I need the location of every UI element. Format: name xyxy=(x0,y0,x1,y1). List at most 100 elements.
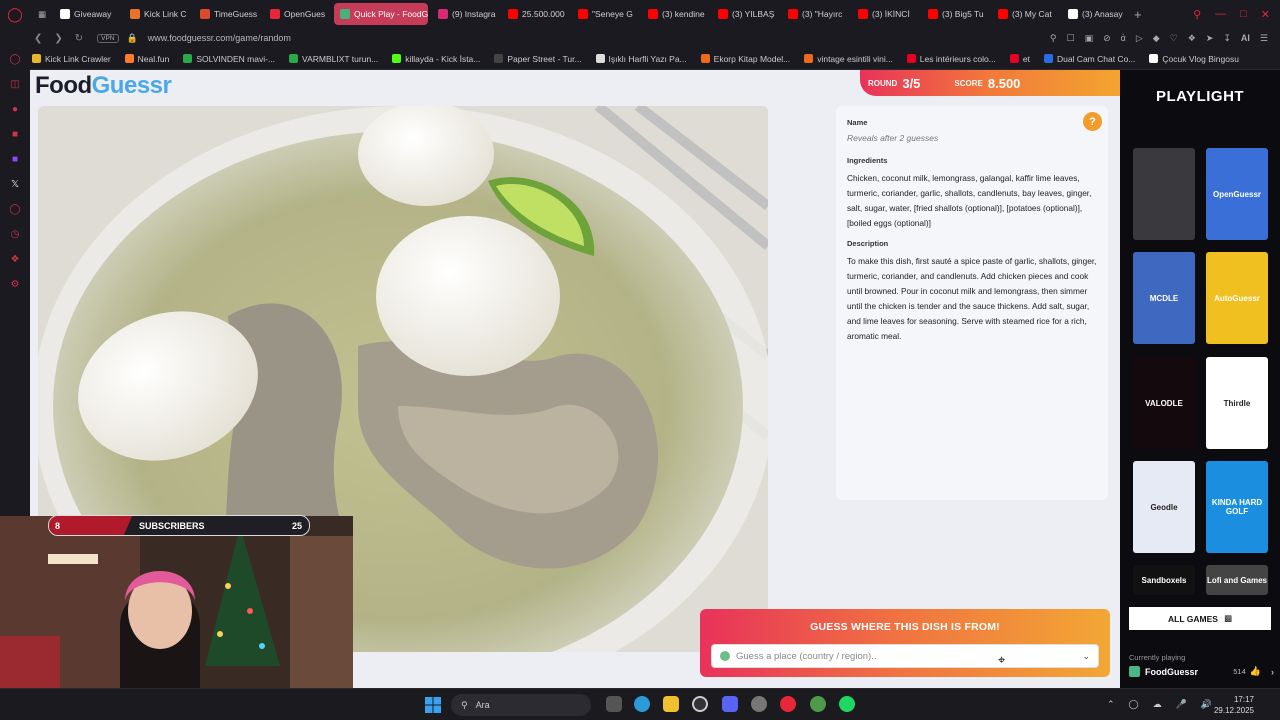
new-tab-button[interactable]: + xyxy=(1128,7,1148,22)
maximize-button[interactable]: □ xyxy=(1240,8,1247,21)
browser-tab[interactable]: (9) Instagra xyxy=(432,3,498,25)
help-icon[interactable]: ? xyxy=(1083,112,1102,131)
browser-tab[interactable]: (3) YILBAŞ xyxy=(712,3,778,25)
bookmark-item[interactable]: et xyxy=(1009,54,1030,64)
bookmark-item[interactable]: VARMBLIXT turun... xyxy=(289,54,378,64)
browser-tab[interactable]: (3) Anasay xyxy=(1062,3,1128,25)
url-field[interactable]: www.foodguessr.com/game/random xyxy=(148,33,291,43)
browser-tab[interactable]: Quick Play - FoodG xyxy=(334,3,429,25)
zoom-icon[interactable]: ⚲ xyxy=(1050,33,1057,44)
game-thumbnail[interactable]: AutoGuessr xyxy=(1206,252,1268,344)
opera-ai-icon[interactable]: ◯ xyxy=(8,52,22,66)
game-thumbnail[interactable]: Thirdle xyxy=(1206,357,1268,449)
spotify-icon[interactable] xyxy=(839,696,855,712)
file-explorer-icon[interactable] xyxy=(663,696,679,712)
workspace-icon[interactable]: ▦ xyxy=(30,3,54,25)
history-icon[interactable]: ◷ xyxy=(8,227,22,241)
browser-tab[interactable]: (3) kendine xyxy=(642,3,708,25)
bookmark-item[interactable]: Işıklı Harfli Yazı Pa... xyxy=(595,54,687,64)
extensions-sidebar-icon[interactable]: ❖ xyxy=(8,252,22,266)
chevron-right-icon[interactable]: › xyxy=(1271,667,1274,677)
microphone-icon[interactable]: 🎤 xyxy=(1176,699,1187,710)
settings-icon[interactable]: ⚙ xyxy=(8,277,22,291)
taskbar-search[interactable]: ⚲ Ara xyxy=(451,694,591,716)
clock[interactable]: 17:17 29.12.2025 xyxy=(1214,694,1254,716)
shield-icon[interactable]: ◆ xyxy=(1153,33,1160,44)
browser-tab[interactable]: OpenGues xyxy=(264,3,330,25)
obs-icon[interactable] xyxy=(692,696,708,712)
play-icon[interactable]: ▷ xyxy=(1136,33,1143,44)
game-thumbnail[interactable]: MCDLE xyxy=(1133,252,1195,344)
task-view-icon[interactable] xyxy=(606,696,622,712)
messenger-icon[interactable]: ● xyxy=(8,102,22,116)
bookmark-item[interactable]: Kick Link Crawler xyxy=(32,54,111,64)
bookmark-item[interactable]: vintage esintili vini... xyxy=(804,54,893,64)
tray-chevron-icon[interactable]: ⌃ xyxy=(1107,699,1115,710)
vpn-badge[interactable]: VPN xyxy=(97,33,119,43)
x-icon[interactable]: 𝕏 xyxy=(8,177,22,191)
twitch-icon[interactable]: ■ xyxy=(8,152,22,166)
app-icon[interactable] xyxy=(751,696,767,712)
browser-tab[interactable]: Kick Link C xyxy=(124,3,190,25)
onedrive-icon[interactable]: ☁ xyxy=(1153,699,1162,710)
browser-tab[interactable]: (3) İKİNCİ xyxy=(852,3,918,25)
browser-tab[interactable]: Giveaway xyxy=(54,3,120,25)
windows-start-icon[interactable] xyxy=(425,697,441,718)
snapshot-icon[interactable]: ▣ xyxy=(1085,33,1094,44)
game-thumbnail[interactable]: KINDA HARD GOLF xyxy=(1206,461,1268,553)
reload-icon[interactable]: ↻ xyxy=(75,33,83,44)
extensions-icon[interactable]: ❖ xyxy=(1188,33,1196,44)
pinboard-icon[interactable]: ◯ xyxy=(8,202,22,216)
bookmark-item[interactable]: Les intérieurs colo... xyxy=(906,54,996,64)
bookmark-item[interactable]: Paper Street - Tur... xyxy=(494,54,582,64)
chrome-icon[interactable] xyxy=(810,696,826,712)
browser-tab[interactable]: TimeGuess xyxy=(194,3,260,25)
bookmark-icon[interactable]: ☐ xyxy=(1066,33,1074,44)
thumbs-up-icon[interactable]: 👍 xyxy=(1250,666,1261,677)
volume-icon[interactable]: 🔊 xyxy=(1201,699,1212,710)
opera-icon[interactable] xyxy=(780,696,796,712)
minimize-button[interactable]: — xyxy=(1215,8,1226,21)
edge-icon[interactable] xyxy=(634,696,650,712)
game-thumbnail[interactable]: VALODLE xyxy=(1133,357,1195,449)
chevron-down-icon[interactable]: ⌄ xyxy=(1082,651,1090,662)
menu-icon[interactable]: ☰ xyxy=(1260,33,1268,44)
bookmark-item[interactable]: SOLVINDEN mavi-... xyxy=(183,54,275,64)
bag-icon[interactable]: ◫ xyxy=(8,77,22,91)
opera-logo-icon[interactable]: ◯ xyxy=(0,6,30,23)
bookmark-item[interactable]: Neal.fun xyxy=(124,54,169,64)
foodguessr-logo[interactable]: FoodGuessr xyxy=(35,72,172,100)
current-game-row[interactable]: FoodGuessr 514 👍 › xyxy=(1129,666,1274,677)
game-thumbnail[interactable]: Sandboxels xyxy=(1133,565,1195,595)
browser-tab[interactable]: (3) "Hayırc xyxy=(782,3,848,25)
bookmark-item[interactable]: Çocuk Vlog Bingosu xyxy=(1149,54,1239,64)
all-games-button[interactable]: ALL GAMES ▩ xyxy=(1129,607,1271,630)
guess-location-input[interactable]: Guess a place (country / region).. ⌄ xyxy=(711,644,1099,668)
game-thumbnail[interactable]: OpenGuessr xyxy=(1206,148,1268,240)
translate-icon[interactable]: ἀ xyxy=(1121,33,1126,44)
heart-icon[interactable]: ♡ xyxy=(1170,33,1178,44)
share-icon[interactable]: ➤ xyxy=(1206,33,1214,44)
game-thumbnail[interactable] xyxy=(1133,148,1195,240)
close-button[interactable]: ✕ xyxy=(1261,8,1270,21)
score-label: SCORE xyxy=(954,78,983,88)
search-tabs-icon[interactable]: ⚲ xyxy=(1193,8,1201,21)
back-icon[interactable]: ❮ xyxy=(34,33,42,44)
download-icon[interactable]: ↧ xyxy=(1223,33,1231,44)
forward-icon[interactable]: ❯ xyxy=(54,33,62,44)
bookmark-item[interactable]: killayda - Kick İsta... xyxy=(392,54,480,64)
guess-title: GUESS WHERE THIS DISH IS FROM! xyxy=(810,621,1000,633)
game-thumbnail[interactable]: Lofi and Games xyxy=(1206,565,1268,595)
ai-button[interactable]: AI xyxy=(1241,33,1250,44)
bookmark-item[interactable]: Dual Cam Chat Co... xyxy=(1043,54,1135,64)
browser-tab[interactable]: (3) My Cat xyxy=(992,3,1058,25)
browser-tab[interactable]: (3) Big5 Tu xyxy=(922,3,988,25)
discord-icon[interactable] xyxy=(722,696,738,712)
player-icon[interactable]: ■ xyxy=(8,127,22,141)
bookmark-item[interactable]: Ekorp Kitap Model... xyxy=(700,54,790,64)
browser-tab[interactable]: "Seneye G xyxy=(572,3,638,25)
adblock-icon[interactable]: ⊘ xyxy=(1103,33,1111,44)
copilot-icon[interactable]: ◯ xyxy=(1128,699,1138,710)
game-thumbnail[interactable]: Geodle xyxy=(1133,461,1195,553)
browser-tab[interactable]: 25.500.000 xyxy=(502,3,568,25)
